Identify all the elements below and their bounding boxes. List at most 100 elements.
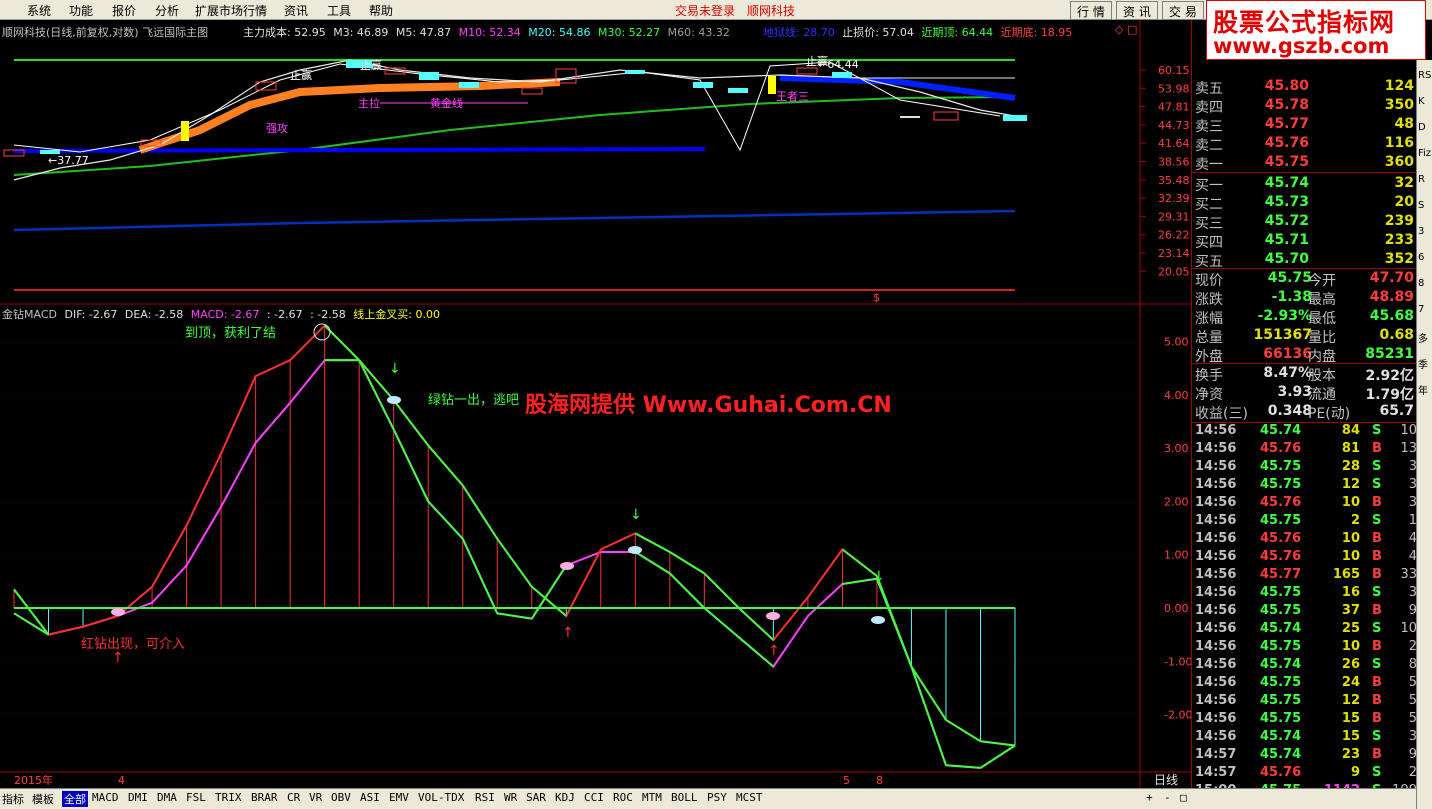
indicator-tab[interactable]: VOL-TDX <box>418 791 464 804</box>
indicator-tab[interactable]: 指标 <box>2 791 24 807</box>
tick-volume: 81 <box>1341 441 1360 456</box>
menu-info[interactable]: 资讯 <box>284 2 308 19</box>
tick-volume: 9 <box>1350 765 1360 780</box>
menu-analysis[interactable]: 分析 <box>155 2 179 19</box>
tick-price: 45.76 <box>1260 441 1302 456</box>
tab-info[interactable]: 资 讯 <box>1116 1 1158 20</box>
toolbar-button[interactable]: 8 <box>1418 278 1424 289</box>
indicator-tab[interactable]: 全部 <box>62 791 88 807</box>
tick-side: B <box>1372 441 1382 456</box>
menu-tools[interactable]: 工具 <box>327 2 351 19</box>
indicator-tab[interactable]: OBV <box>331 791 351 804</box>
menu-system[interactable]: 系统 <box>27 2 51 19</box>
stat-value: 3.93 <box>1277 384 1312 400</box>
indicator-tab[interactable]: KDJ <box>555 791 575 804</box>
macd-axis: 5.00 4.00 3.00 2.00 1.00 0.00 -1.00 -2.00 <box>1164 336 1191 722</box>
toolbar-button[interactable]: 多 <box>1418 330 1428 345</box>
stat-row: 现价 45.75 今开 47.70 <box>1192 270 1417 289</box>
candle <box>181 121 189 141</box>
macd-histogram <box>13 325 1016 746</box>
bid-row[interactable]: 买一 45.74 32 <box>1192 175 1417 194</box>
dif-falling-segment <box>738 607 775 641</box>
ask-row[interactable]: 卖五 45.80 124 <box>1192 78 1417 97</box>
blue-band-low <box>13 147 706 153</box>
toolbar-button[interactable]: 3 <box>1418 226 1424 237</box>
indicator-tab[interactable]: EMV <box>389 791 409 804</box>
indicator-tab[interactable]: ASI <box>360 791 380 804</box>
stat-label: PE(动) <box>1308 406 1351 422</box>
candle <box>796 67 818 75</box>
candle <box>419 72 439 80</box>
menu-function[interactable]: 功能 <box>69 2 93 19</box>
tick-time: 14:56 <box>1195 729 1237 744</box>
macd-axis-label: 5.00 <box>1164 336 1189 349</box>
indicator-tab[interactable]: DMI <box>128 791 148 804</box>
indicator-tab[interactable]: MACD <box>92 791 119 804</box>
toolbar-button[interactable]: K <box>1418 96 1425 107</box>
toolbar-button[interactable]: Fiz <box>1418 148 1431 159</box>
tick-side: S <box>1372 477 1382 492</box>
trade-login-status[interactable]: 交易未登录 <box>675 2 735 19</box>
tick-volume: 25 <box>1341 621 1360 636</box>
bid-price: 45.70 <box>1264 251 1309 267</box>
indicator-tab[interactable]: DMA <box>157 791 177 804</box>
ask-row[interactable]: 卖三 45.77 48 <box>1192 116 1417 135</box>
ask-label: 卖五 <box>1195 81 1223 97</box>
bid-row[interactable]: 买三 45.72 239 <box>1192 213 1417 232</box>
tick-time: 14:56 <box>1195 441 1237 456</box>
indicator-tab[interactable]: 模板 <box>32 791 54 807</box>
indicator-tab[interactable]: PSY <box>707 791 727 804</box>
toolbar-button[interactable]: D <box>1418 122 1426 133</box>
indicator-tab[interactable]: ROC <box>613 791 633 804</box>
buy-arrow-icon: ↑ <box>112 650 124 666</box>
price-axis-label: 53.98 <box>1158 82 1190 95</box>
tick-row: 14:56 45.74 25 S 10 <box>1192 621 1417 639</box>
ask-row[interactable]: 卖二 45.76 116 <box>1192 135 1417 154</box>
stat-label: 今开 <box>1308 273 1336 289</box>
period-label[interactable]: 日线 <box>1154 773 1178 787</box>
ask-row[interactable]: 卖一 45.75 360 <box>1192 154 1417 173</box>
indicator-tab[interactable]: VR <box>309 791 322 804</box>
indicator-tab[interactable]: CR <box>287 791 300 804</box>
menu-extended-market[interactable]: 扩展市场行情 <box>195 2 267 19</box>
indicator-tab[interactable]: WR <box>504 791 517 804</box>
indicator-tab[interactable]: MCST <box>736 791 763 804</box>
tab-trade[interactable]: 交 易 <box>1162 1 1204 20</box>
zoom-in-button[interactable]: + <box>1146 791 1153 804</box>
indicator-tab[interactable]: BOLL <box>671 791 698 804</box>
tick-volume: 15 <box>1341 729 1360 744</box>
scroll-button[interactable]: □ <box>1180 791 1187 804</box>
indicator-tab[interactable]: RSI <box>475 791 495 804</box>
indicator-tab[interactable]: MTM <box>642 791 662 804</box>
menu-quote[interactable]: 报价 <box>112 2 136 19</box>
zoom-out-button[interactable]: - <box>1164 791 1171 804</box>
toolbar-button[interactable]: 年 <box>1418 382 1428 397</box>
menu-help[interactable]: 帮助 <box>369 2 393 19</box>
tab-market[interactable]: 行 情 <box>1070 1 1112 20</box>
bid-row[interactable]: 买四 45.71 233 <box>1192 232 1417 251</box>
bid-row[interactable]: 买二 45.73 20 <box>1192 194 1417 213</box>
tick-volume: 12 <box>1341 693 1360 708</box>
tick-row: 14:56 45.76 10 B 4 <box>1192 549 1417 567</box>
ask-row[interactable]: 卖四 45.78 350 <box>1192 97 1417 116</box>
toolbar-button[interactable]: 6 <box>1418 252 1424 263</box>
xaxis-month-4: 4 <box>118 774 125 787</box>
tick-price: 45.74 <box>1260 747 1302 762</box>
stop-profit-1-label: 止赢 <box>290 68 312 82</box>
bid-label: 买二 <box>1195 197 1223 213</box>
toolbar-button[interactable]: RSI <box>1418 70 1432 81</box>
toolbar-button[interactable]: R <box>1418 174 1425 185</box>
chart-canvas[interactable]: 60.15 53.98 47.81 44.73 41.64 38.56 35.48 32.39… <box>0 20 1191 788</box>
tick-price: 45.75 <box>1260 513 1302 528</box>
stat-label: 收益(三) <box>1195 406 1248 422</box>
macd-axis-label: 0.00 <box>1164 602 1189 615</box>
toolbar-button[interactable]: S <box>1418 200 1424 211</box>
indicator-tab[interactable]: CCI <box>584 791 604 804</box>
indicator-tab[interactable]: BRAR <box>251 791 278 804</box>
indicator-tab[interactable]: TRIX <box>215 791 242 804</box>
indicator-tab[interactable]: SAR <box>526 791 546 804</box>
price-axis-label: 26.22 <box>1158 229 1190 242</box>
toolbar-button[interactable]: 7 <box>1418 304 1424 315</box>
toolbar-button[interactable]: 季 <box>1418 356 1428 371</box>
indicator-tab[interactable]: FSL <box>186 791 206 804</box>
